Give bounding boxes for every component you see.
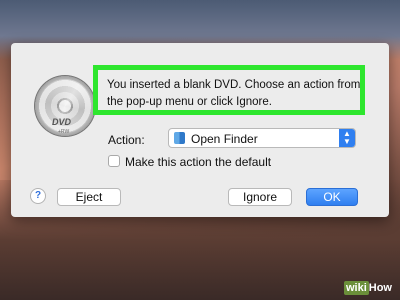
chevron-updown-icon[interactable]: ▲ ▼: [339, 129, 355, 147]
dvd-logo-text: DVD: [52, 117, 72, 127]
action-select-value: Open Finder: [191, 132, 258, 146]
wikihow-watermark: wiki How: [343, 281, 392, 295]
finder-icon: [174, 132, 185, 144]
default-action-checkbox[interactable]: [108, 155, 120, 167]
watermark-wiki: wiki: [343, 281, 369, 295]
ok-button[interactable]: OK: [306, 188, 358, 206]
dvd-disc-icon: [34, 75, 96, 137]
action-label: Action:: [108, 133, 145, 147]
dvd-sub-text: +RW: [58, 129, 70, 135]
watermark-how: How: [368, 282, 392, 294]
default-action-label[interactable]: Make this action the default: [125, 155, 271, 169]
ignore-button[interactable]: Ignore: [228, 188, 292, 206]
dialog-message: You inserted a blank DVD. Choose an acti…: [107, 79, 361, 108]
eject-button[interactable]: Eject: [57, 188, 121, 206]
help-button[interactable]: ?: [30, 188, 46, 204]
action-select[interactable]: Open Finder ▲ ▼: [168, 128, 356, 148]
